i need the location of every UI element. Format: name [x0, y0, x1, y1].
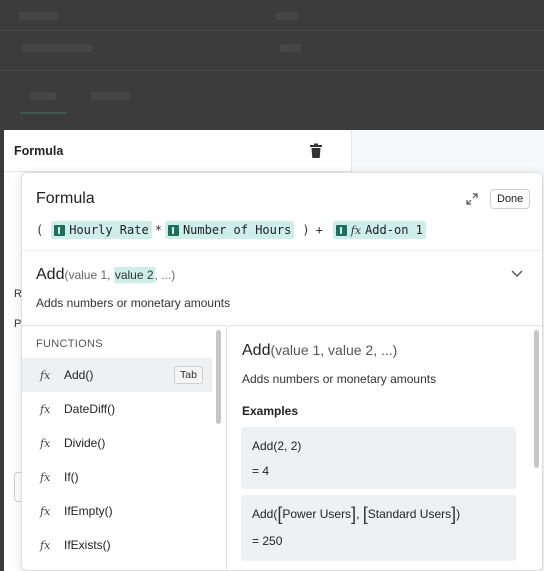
trash-icon[interactable]: [309, 143, 323, 159]
function-item-datediff[interactable]: fx DateDiff(): [22, 392, 212, 426]
example-ref: Power Users: [282, 507, 352, 521]
example-expression: Add([Power Users], [Standard Users]): [252, 504, 461, 524]
example-result: = 250: [252, 534, 283, 548]
function-item-ifexists[interactable]: fx IfExists(): [22, 528, 212, 562]
open-paren: (: [36, 223, 44, 237]
fx-icon: fx: [40, 368, 51, 382]
function-label: Divide(): [64, 436, 106, 450]
function-label: IfEmpty(): [64, 504, 113, 518]
bg-tab-underline: [20, 112, 66, 114]
examples-heading: Examples: [242, 404, 299, 418]
panel-title: Formula: [14, 144, 64, 158]
fx-icon: fx: [350, 223, 362, 237]
example-suffix: ): [456, 507, 461, 521]
detail-scrollbar[interactable]: [534, 330, 539, 468]
formula-editor-popup: Formula Done ( Hourly Rate * Number of H…: [21, 172, 543, 571]
number-field-icon: [54, 224, 66, 236]
divider: [22, 250, 542, 251]
function-label: Add(): [64, 368, 94, 382]
functions-list: FUNCTIONS fx Add() Tab fx DateDiff() fx …: [22, 325, 226, 570]
example-ref: Standard Users: [367, 507, 452, 521]
functions-scrollbar[interactable]: [216, 330, 221, 424]
detail-signature: Add(value 1, value 2, ...): [242, 342, 397, 360]
function-item-divide[interactable]: fx Divide(): [22, 426, 212, 460]
token-add-on-1[interactable]: fx Add-on 1: [332, 221, 426, 239]
function-item-add[interactable]: fx Add() Tab: [22, 358, 212, 392]
formula-expression-input[interactable]: ( Hourly Rate * Number of Hours ) + fx A…: [36, 221, 426, 239]
example-expression: Add(2, 2): [252, 439, 302, 453]
signature-current-arg: value 2: [113, 267, 155, 283]
functions-heading: FUNCTIONS: [36, 338, 103, 350]
number-field-icon: [167, 224, 179, 236]
function-detail-pane: Add(value 1, value 2, ...) Adds numbers …: [226, 325, 542, 570]
bg-ghost-text: [30, 92, 56, 100]
popup-title: Formula: [36, 190, 95, 207]
detail-args: (value 1, value 2, ...): [270, 342, 398, 358]
fx-icon: fx: [40, 402, 51, 416]
function-label: DateDiff(): [64, 402, 116, 416]
bg-ghost-text: [276, 12, 298, 20]
fx-icon: fx: [40, 504, 51, 518]
function-item-if[interactable]: fx If(): [22, 460, 212, 494]
example-sep: ,: [356, 507, 363, 521]
expand-icon[interactable]: [466, 193, 478, 205]
panel-header: Formula: [4, 130, 352, 172]
tab-key-hint: Tab: [174, 366, 203, 384]
function-label: IfExists(): [64, 538, 111, 552]
operator-plus: +: [315, 223, 323, 237]
token-number-of-hours[interactable]: Number of Hours: [164, 221, 295, 239]
example-box-1: Add(2, 2) = 4: [241, 427, 516, 489]
example-box-2: Add([Power Users], [Standard Users]) = 2…: [241, 495, 516, 561]
background-app-overlay: [0, 0, 544, 130]
bg-divider: [0, 30, 544, 31]
bg-ghost-text: [18, 12, 58, 20]
detail-name: Add: [242, 342, 271, 359]
chevron-down-icon[interactable]: [510, 269, 524, 279]
done-button[interactable]: Done: [490, 189, 531, 209]
fx-icon: fx: [40, 436, 51, 450]
bg-ghost-text: [280, 44, 302, 52]
operator-multiply: *: [154, 223, 162, 237]
example-prefix: Add(: [252, 507, 278, 521]
example-result: = 4: [252, 464, 270, 478]
signature-args-close: , ...): [154, 268, 176, 282]
function-signature-hint: Add(value 1, value 2, ...): [36, 266, 175, 284]
bg-ghost-text: [22, 44, 92, 52]
signature-description: Adds numbers or monetary amounts: [36, 296, 231, 310]
fx-icon: fx: [40, 538, 51, 552]
detail-description: Adds numbers or monetary amounts: [242, 372, 437, 386]
token-label: Hourly Rate: [69, 223, 149, 237]
bg-divider: [0, 70, 544, 71]
bg-ghost-text: [90, 92, 130, 100]
token-label: Number of Hours: [182, 223, 292, 237]
fx-icon: fx: [40, 470, 51, 484]
close-paren: ): [302, 223, 310, 237]
signature-args-open: (value 1,: [64, 268, 114, 282]
function-label: If(): [64, 470, 79, 484]
number-field-icon: [335, 224, 347, 236]
signature-name: Add: [36, 266, 65, 283]
token-label: Add-on 1: [365, 223, 423, 237]
token-hourly-rate[interactable]: Hourly Rate: [51, 221, 152, 239]
function-item-ifempty[interactable]: fx IfEmpty(): [22, 494, 212, 528]
